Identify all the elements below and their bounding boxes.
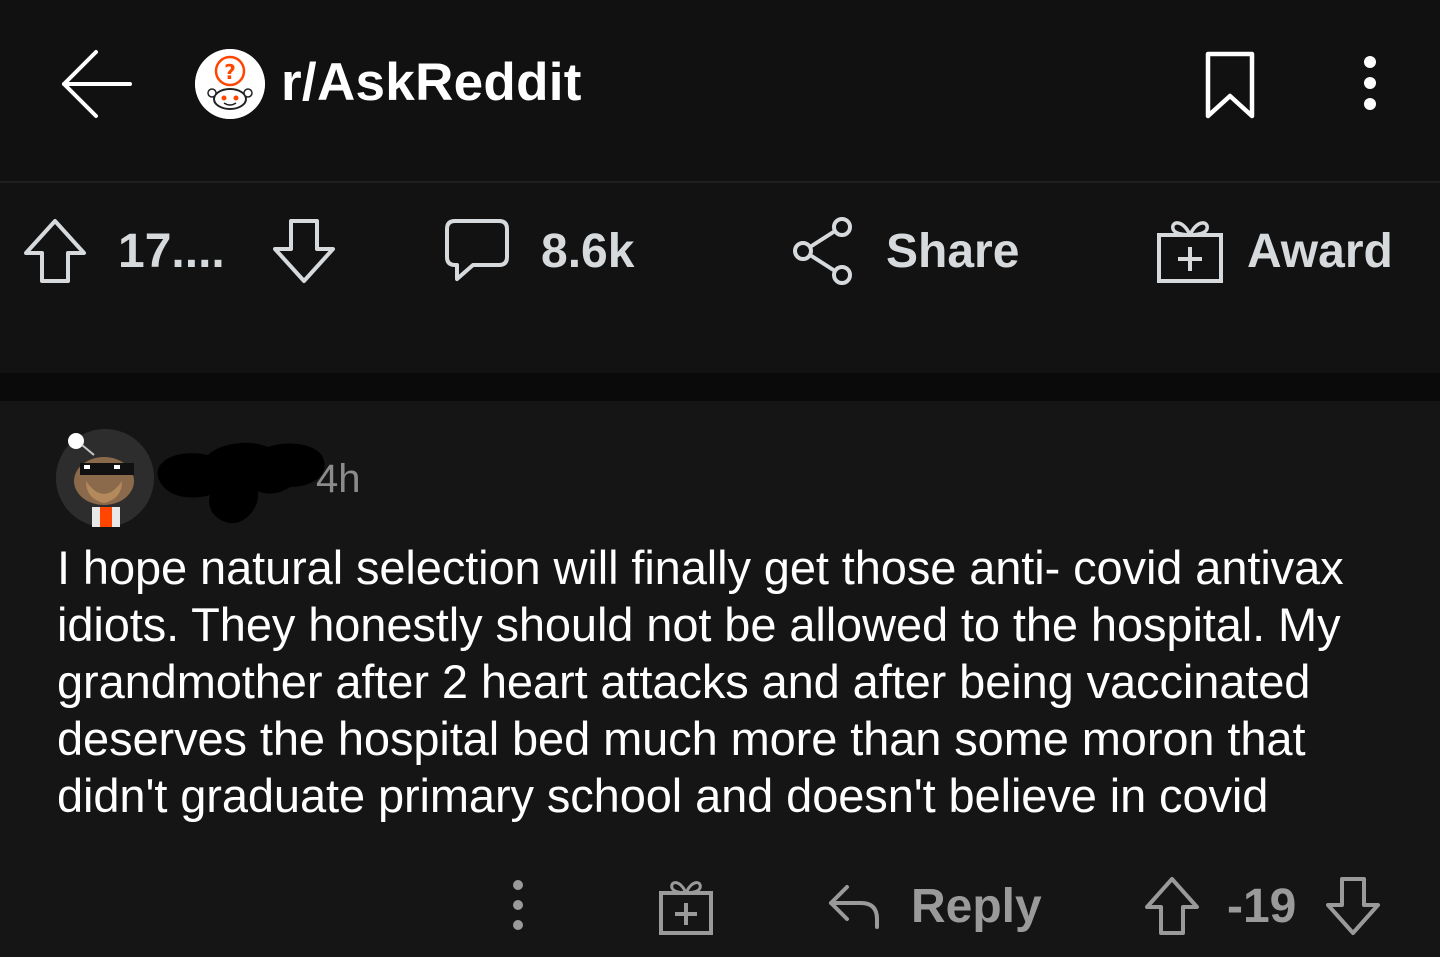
share-button[interactable]: Share	[790, 215, 1019, 287]
spacer	[0, 315, 1440, 373]
more-vertical-icon	[513, 880, 523, 930]
comment-card: 4h I hope natural selection will finally…	[0, 401, 1440, 957]
post-action-bar: 17.... 8.6k Share Award	[0, 181, 1440, 317]
award-label: Award	[1247, 224, 1393, 278]
arrow-left-icon	[62, 50, 132, 118]
arrow-up-icon[interactable]	[22, 215, 88, 287]
bookmark-button[interactable]	[1200, 50, 1260, 120]
post-score: 17....	[118, 224, 225, 278]
comment-body: I hope natural selection will finally ge…	[57, 541, 1344, 822]
comment-bubble-icon	[445, 219, 509, 281]
subreddit-name[interactable]: r/AskReddit	[281, 52, 582, 113]
svg-text:?: ?	[224, 60, 236, 84]
award-button[interactable]: Award	[1155, 215, 1393, 287]
share-icon	[793, 217, 852, 285]
comments-button[interactable]: 8.6k	[443, 215, 634, 287]
bookmark-icon	[1205, 51, 1255, 119]
more-vertical-icon	[1364, 56, 1376, 110]
top-app-bar: ? r/AskReddit	[0, 0, 1440, 181]
section-divider	[0, 373, 1440, 401]
arrow-down-icon[interactable]	[271, 215, 337, 287]
snoo-avatar-icon	[56, 429, 154, 527]
arrow-up-icon[interactable]	[1143, 871, 1201, 941]
comment-count: 8.6k	[541, 224, 635, 278]
comment-award-button[interactable]	[655, 871, 717, 941]
share-label: Share	[886, 224, 1020, 278]
redacted-username	[157, 442, 325, 524]
gift-icon	[659, 881, 713, 935]
subreddit-avatar[interactable]: ?	[195, 49, 265, 119]
reply-label: Reply	[911, 879, 1042, 933]
comment-score: -19	[1227, 879, 1297, 933]
askreddit-snoo-icon: ?	[195, 49, 265, 119]
gift-icon	[1157, 221, 1223, 283]
arrow-down-icon[interactable]	[1324, 871, 1382, 941]
back-button[interactable]	[58, 48, 134, 120]
comment-more-button[interactable]	[498, 871, 538, 941]
more-options-button[interactable]	[1345, 50, 1395, 120]
reply-icon	[829, 885, 879, 929]
comment-timestamp: 4h	[316, 457, 361, 501]
reply-button[interactable]: Reply	[825, 871, 1042, 941]
post-vote-group: 17....	[22, 215, 337, 287]
comment-vote-group: -19	[1143, 871, 1382, 941]
reddit-comment-screen: ? r/AskReddit 17.... 8.6k Share Award 4h…	[0, 0, 1440, 957]
user-avatar[interactable]	[56, 429, 154, 527]
